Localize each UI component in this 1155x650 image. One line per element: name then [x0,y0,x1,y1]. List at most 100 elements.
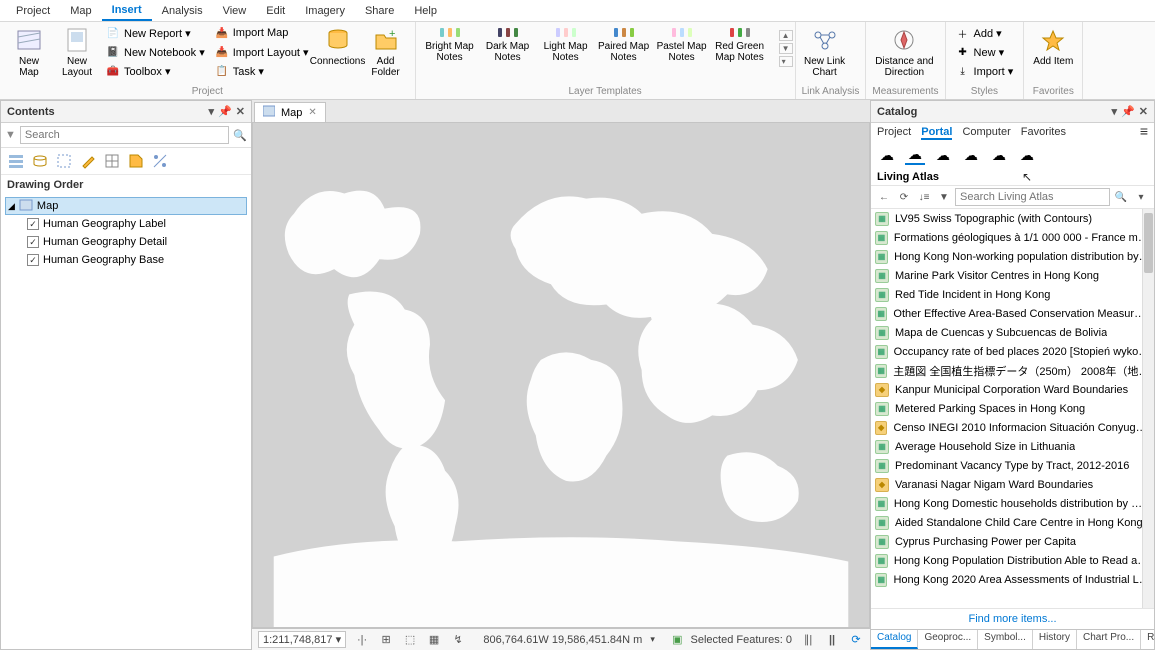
rotate-icon[interactable]: ·|· [354,632,370,648]
menu-insert[interactable]: Insert [102,1,152,21]
catalog-item[interactable]: ▦Hong Kong 2020 Area Assessments of Indu… [871,570,1154,589]
catalog-item[interactable]: ◆Varanasi Nagar Nigam Ward Boundaries [871,475,1154,494]
menu-project[interactable]: Project [6,2,60,20]
catalog-item[interactable]: ▦Metered Parking Spaces in Hong Kong [871,399,1154,418]
arcgis-online-icon[interactable]: ☁︎ [989,145,1009,165]
connections-button[interactable]: Connections [315,24,361,85]
find-more-link[interactable]: Find more items... [871,608,1154,629]
layer-template-pastel map[interactable]: Pastel Map Notes [654,24,710,85]
catalog-item[interactable]: ▦Red Tide Incident in Hong Kong [871,285,1154,304]
layer-checkbox[interactable]: ✓ [27,254,39,266]
list-by-labeling-icon[interactable] [127,152,145,170]
list-by-perc-icon[interactable] [151,152,169,170]
pin-icon[interactable]: 📌 [218,105,232,118]
sel-menu-icon[interactable]: ∥| [800,632,816,648]
bottom-tab-catalog[interactable]: Catalog [871,630,918,649]
catalog-item[interactable]: ▦Hong Kong Population Distribution Able … [871,551,1154,570]
layer-row[interactable]: ✓Human Geography Base [5,251,247,269]
add-item-button[interactable]: Add Item [1030,24,1076,85]
catalog-item[interactable]: ▦Hong Kong Domestic households distribut… [871,494,1154,513]
my-favorites-icon[interactable]: ☁︎ [905,145,925,165]
style-add-button[interactable]: ＋Add ▾ [952,24,1018,42]
new-notebook-button[interactable]: 📓New Notebook ▾ [102,43,209,61]
scrollbar-thumb[interactable] [1144,213,1153,273]
catalog-search-input[interactable] [955,188,1110,206]
snap-icon[interactable]: ⬚ [402,632,418,648]
new-layout-button[interactable]: New Layout [54,24,100,85]
my-content-icon[interactable]: ☁︎ [877,145,897,165]
catalog-menu-icon[interactable]: ≡ [1140,126,1148,140]
filter-icon[interactable]: ▼ [935,188,953,206]
catalog-item[interactable]: ▦Average Household Size in Lithuania [871,437,1154,456]
catalog-item[interactable]: ▦Predominant Vacancy Type by Tract, 2012… [871,456,1154,475]
list-by-selection-icon[interactable] [55,152,73,170]
new-report-button[interactable]: 📄New Report ▾ [102,24,209,42]
add-folder-button[interactable]: + Add Folder [363,24,409,85]
list-by-editing-icon[interactable] [79,152,97,170]
expand-icon[interactable]: ◢ [8,201,15,212]
living-atlas-icon[interactable]: ☁︎ [1017,145,1037,165]
menu-analysis[interactable]: Analysis [152,2,213,20]
menu-imagery[interactable]: Imagery [295,2,355,20]
import-layout-button[interactable]: 📥Import Layout ▾ [211,43,313,61]
layer-template-red green[interactable]: Red Green Map Notes [712,24,768,85]
scrollbar[interactable] [1142,209,1154,608]
list-by-source-icon[interactable] [31,152,49,170]
tree-root-map[interactable]: ◢ Map [5,197,247,215]
catalog-item[interactable]: ▦Cyprus Purchasing Power per Capita [871,532,1154,551]
expand-icon[interactable]: ▾ [779,56,793,67]
catalog-tab-portal[interactable]: Portal [921,126,952,140]
import-map-button[interactable]: 📥Import Map [211,24,313,42]
bottom-tab-symbol[interactable]: Symbol... [978,630,1033,649]
grid-icon[interactable]: ▦ [426,632,442,648]
pin-icon[interactable]: 📌 [1121,105,1135,118]
layer-template-dark map[interactable]: Dark Map Notes [480,24,536,85]
search-dd-icon[interactable]: ▾ [1132,188,1150,206]
catalog-item[interactable]: ▦Hong Kong Non-working population distri… [871,247,1154,266]
close-icon[interactable]: ✕ [236,105,245,118]
menu-help[interactable]: Help [404,2,447,20]
layer-checkbox[interactable]: ✓ [27,236,39,248]
layer-checkbox[interactable]: ✓ [27,218,39,230]
layer-row[interactable]: ✓Human Geography Label [5,215,247,233]
constraint-icon[interactable]: ⊞ [378,632,394,648]
catalog-item[interactable]: ▦Mapa de Cuencas y Subcuencas de Bolivia [871,323,1154,342]
layer-row[interactable]: ✓Human Geography Detail [5,233,247,251]
catalog-tab-project[interactable]: Project [877,126,911,140]
style-import-button[interactable]: ⤓Import ▾ [952,62,1018,80]
menu-share[interactable]: Share [355,2,404,20]
list-by-snapping-icon[interactable] [103,152,121,170]
menu-edit[interactable]: Edit [256,2,295,20]
layer-template-bright[interactable]: Bright Map Notes [422,24,478,85]
bottom-tab-geoproc[interactable]: Geoproc... [918,630,978,649]
task-button[interactable]: 📋Task ▾ [211,62,313,80]
layer-template-paired[interactable]: Paired Map Notes [596,24,652,85]
sort-icon[interactable]: ↓≡ [915,188,933,206]
scroll-up-icon[interactable]: ▲ [779,30,793,41]
list-by-drawing-icon[interactable] [7,152,25,170]
menu-view[interactable]: View [213,2,257,20]
new-link-chart-button[interactable]: New Link Chart [802,24,848,85]
distance-direction-button[interactable]: Distance and Direction [872,24,936,85]
catalog-tab-favorites[interactable]: Favorites [1021,126,1066,140]
search-icon[interactable]: 🔍 [1112,188,1130,206]
catalog-item[interactable]: ▦Other Effective Area-Based Conservation… [871,304,1154,323]
correction-icon[interactable]: ↯ [450,632,466,648]
bottom-tab-chartpro[interactable]: Chart Pro... [1077,630,1141,649]
my-groups-icon[interactable]: ☁︎ [933,145,953,165]
search-icon[interactable]: 🔍 [233,129,247,142]
contents-search-input[interactable] [20,126,229,144]
catalog-item[interactable]: ▦Formations géologiques à 1/1 000 000 - … [871,228,1154,247]
close-icon[interactable]: ✕ [1139,105,1148,118]
catalog-item[interactable]: ◆Kanpur Municipal Corporation Ward Bound… [871,380,1154,399]
catalog-item[interactable]: ▦Aided Standalone Child Care Centre in H… [871,513,1154,532]
dropdown-icon[interactable]: ▾ [209,105,215,118]
refresh-icon[interactable]: ⟳ [895,188,913,206]
menu-map[interactable]: Map [60,2,101,20]
coords-dd-icon[interactable]: ▾ [650,634,655,645]
catalog-item[interactable]: ◆Censo INEGI 2010 Informacion Situación … [871,418,1154,437]
catalog-item[interactable]: ▦主題図 全国植生指標データ（250m） 2008年（地理院タイル [871,361,1154,380]
scale-box[interactable]: 1:211,748,817 ▾ [258,631,346,648]
dropdown-icon[interactable]: ▾ [1112,105,1118,118]
my-org-icon[interactable]: ☁︎ [961,145,981,165]
